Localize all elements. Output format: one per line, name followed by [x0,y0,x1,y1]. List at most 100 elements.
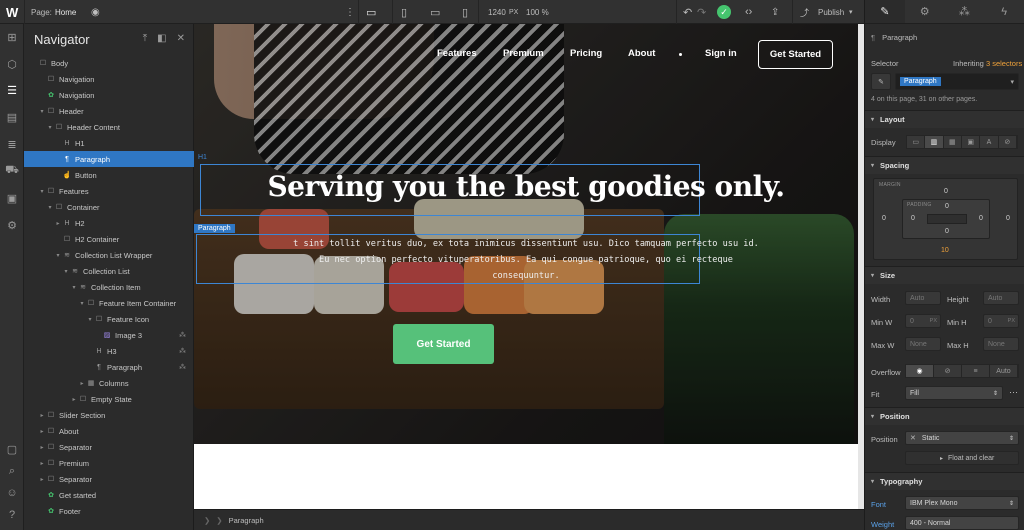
height-input[interactable]: Auto [983,291,1019,305]
component-link-icon[interactable]: ⁂ [179,347,186,355]
hero-heading[interactable]: Serving you the best goodies only. [194,170,858,203]
component-link-icon[interactable]: ⁂ [179,331,186,339]
display-grid-icon[interactable]: ▦ [944,136,962,148]
navigator-item[interactable]: ¶ Paragraph ⁂ [24,359,194,375]
display-inline-block-icon[interactable]: ▣ [962,136,981,148]
padding-bottom-value[interactable]: 0 [945,228,949,235]
min-height-unit[interactable]: PX [1008,318,1015,324]
overflow-auto-option[interactable]: Auto [990,365,1018,377]
navigator-item[interactable]: ▾ ☐ Container [24,199,194,215]
caret-icon[interactable]: ▾ [78,300,86,307]
mobile-breakpoint-icon[interactable]: ▯ [462,0,468,24]
display-inline-icon[interactable]: A [980,136,999,148]
navigator-item[interactable]: ☝ Button [24,167,194,183]
width-input[interactable]: Auto [905,291,941,305]
site-nav-pricing[interactable]: Pricing [570,48,602,59]
display-block-icon[interactable]: ▭ [907,136,926,148]
more-options-icon[interactable]: ⋯ [1009,387,1018,398]
breadcrumb-item[interactable]: Paragraph [229,516,264,525]
style-brush-icon[interactable]: ✎ [865,0,905,23]
code-icon[interactable]: ‹› [745,0,752,24]
site-nav-premium[interactable]: Premium [503,48,544,59]
min-width-input[interactable]: 0 PX [905,314,941,328]
preview-eye-icon[interactable]: ◉ [91,0,100,24]
caret-icon[interactable]: ▸ [54,220,62,227]
navigator-item[interactable]: ☐ H2 Container [24,231,194,247]
margin-left-value[interactable]: 0 [882,215,886,222]
navigator-item[interactable]: ▸ ☐ Separator [24,471,194,487]
desktop-breakpoint-icon[interactable]: ▭ [366,0,376,24]
cms-database-icon[interactable]: ≣ [5,137,19,151]
navigator-item[interactable]: ✿ Get started [24,487,194,503]
close-icon[interactable]: ✕ [177,33,185,44]
webflow-logo[interactable]: W [6,0,18,24]
caret-icon[interactable]: ▾ [46,124,54,131]
navigator-item[interactable]: ▾ ☐ Header Content [24,119,194,135]
max-width-input[interactable]: None [905,337,941,351]
symbols-cube-icon[interactable]: ⬡ [5,57,19,71]
max-height-input[interactable]: None [983,337,1019,351]
style-manager-icon[interactable]: ⁂ [945,0,985,23]
selector-edit-icon[interactable]: ✎ [871,73,891,90]
navigator-item[interactable]: H H3 ⁂ [24,343,194,359]
weight-select[interactable]: 400 - Normal [905,516,1019,530]
component-link-icon[interactable]: ⁂ [179,363,186,371]
spacing-section-header[interactable]: ▾ Spacing [865,156,1024,174]
padding-right-value[interactable]: 0 [979,215,983,222]
inheriting-count[interactable]: 3 selectors [986,59,1022,68]
navigator-item[interactable]: ▾ ≋ Collection Item [24,279,194,295]
caret-icon[interactable]: ▸ [38,476,46,483]
position-select[interactable]: ✕ Static ⇕ [905,431,1019,445]
navigator-item[interactable]: ☐ Body [24,55,194,71]
caret-icon[interactable]: ▾ [70,284,78,291]
design-canvas[interactable]: Features Premium Pricing About Sign in G… [194,24,864,509]
display-none-icon[interactable]: ⊘ [999,136,1017,148]
rocket-icon[interactable]: ⤴ [800,0,809,24]
site-nav-about[interactable]: About [628,48,655,59]
padding-box[interactable]: PADDING 0 0 0 0 [902,199,990,239]
padding-top-value[interactable]: 0 [945,203,949,210]
navigator-item[interactable]: H H1 [24,135,194,151]
caret-icon[interactable]: ▸ [78,380,86,387]
navigator-item[interactable]: ✿ Navigation [24,87,194,103]
navigator-item[interactable]: ▾ ☐ Header [24,103,194,119]
pages-icon[interactable]: ▤ [5,110,19,124]
min-width-unit[interactable]: PX [930,318,937,324]
preview-square-icon[interactable]: ▢ [5,442,19,456]
publish-button[interactable]: Publish [818,0,844,24]
navigator-item[interactable]: ▾ ≋ Collection List [24,263,194,279]
display-flex-icon[interactable]: ▥ [925,136,944,148]
caret-icon[interactable]: ▾ [54,252,62,259]
navigator-item[interactable]: ▸ ☐ Premium [24,455,194,471]
assets-icon[interactable]: ▣ [5,191,19,205]
caret-icon[interactable]: ▸ [70,396,78,403]
site-nav-features[interactable]: Features [437,48,477,59]
padding-left-value[interactable]: 0 [911,215,915,222]
publish-status-check-icon[interactable]: ✓ [717,0,731,24]
display-options[interactable]: ▭ ▥ ▦ ▣ A ⊘ [906,135,1018,149]
navigator-item[interactable]: ✿ Footer [24,503,194,519]
float-and-clear-toggle[interactable]: ▸ Float and clear [905,451,1019,465]
paragraph-selected-tag[interactable]: Paragraph [194,224,235,233]
min-height-input[interactable]: 0 PX [983,314,1019,328]
caret-icon[interactable]: ▾ [38,188,46,195]
navigator-item[interactable]: ▸ ☐ About [24,423,194,439]
hero-paragraph[interactable]: t sint tollit veritus duo, ex tota inimi… [194,236,858,284]
caret-icon[interactable]: ▸ [38,444,46,451]
navigator-item[interactable]: ▾ ☐ Features [24,183,194,199]
page-selector[interactable]: Home [55,0,76,24]
caret-icon[interactable]: ▾ [38,108,46,115]
help-icon[interactable]: ? [5,508,19,522]
site-nav-get-started-button[interactable]: Get Started [758,40,833,69]
overflow-scroll-icon[interactable]: ≡ [962,365,990,377]
size-section-header[interactable]: ▾ Size [865,266,1024,284]
margin-top-value[interactable]: 0 [944,188,948,195]
settings-gear-icon[interactable]: ⚙ [905,0,945,23]
navigator-icon[interactable]: ☰ [5,83,19,97]
chevron-down-icon[interactable]: ▾ [1010,78,1014,86]
navigator-item[interactable]: ▨ Image 3 ⁂ [24,327,194,343]
layout-section-header[interactable]: ▾ Layout [865,110,1024,128]
fit-select[interactable]: Fill ⇕ [905,386,1003,400]
settings-gear-icon[interactable]: ⚙ [5,218,19,232]
tablet-breakpoint-icon[interactable]: ▯ [401,0,407,24]
